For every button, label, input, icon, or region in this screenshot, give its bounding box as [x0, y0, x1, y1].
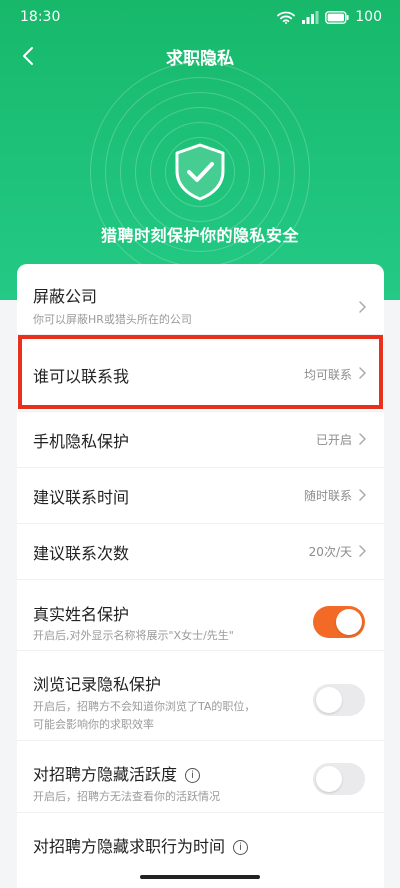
row-desc-line1: 开启后，招聘方不会知道你浏览了TA的职位， [33, 700, 256, 713]
row-contact-time[interactable]: 建议联系时间 随时联系 [17, 468, 384, 524]
row-desc: 开启后,对外显示名称将展示"X女士/先生" [33, 629, 234, 642]
back-button[interactable] [10, 38, 46, 74]
row-title: 对招聘方隐藏活跃度 [33, 765, 178, 784]
chevron-right-icon [359, 545, 366, 557]
chevron-right-icon [359, 301, 366, 313]
row-value: 均可联系 [303, 368, 352, 382]
cellular-signal-icon [302, 10, 319, 24]
battery-level: 100 [355, 9, 382, 25]
chevron-right-icon [359, 433, 366, 445]
nav-bar: 求职隐私 [0, 34, 400, 78]
row-value: 20次/天 [308, 545, 352, 559]
row-title-wrap: 对招聘方隐藏求职行为时间 i [33, 833, 249, 857]
privacy-slogan: 猎聘时刻保护你的隐私安全 [100, 226, 299, 245]
row-title: 真实姓名保护 [33, 605, 130, 624]
page-title: 求职隐私 [166, 48, 234, 69]
real-name-toggle[interactable] [313, 606, 365, 638]
row-value: 已开启 [315, 433, 352, 447]
row-value: 随时联系 [303, 489, 352, 503]
row-title: 手机隐私保护 [33, 432, 130, 451]
row-contact-count[interactable]: 建议联系次数 20次/天 [17, 524, 384, 580]
row-phone-privacy[interactable]: 手机隐私保护 已开启 [17, 412, 384, 468]
row-who-can-contact[interactable]: 谁可以联系我 均可联系 [17, 335, 384, 412]
row-block-company[interactable]: 屏蔽公司 你可以屏蔽HR或猎头所在的公司 [17, 264, 384, 335]
browse-privacy-toggle[interactable] [313, 684, 365, 716]
info-icon[interactable]: i [233, 840, 249, 855]
hide-activity-toggle[interactable] [313, 763, 365, 795]
row-title: 建议联系时间 [33, 488, 130, 507]
chevron-right-icon [359, 367, 366, 379]
chevron-left-icon [23, 47, 33, 65]
row-title: 屏蔽公司 [33, 287, 98, 306]
row-title: 谁可以联系我 [33, 367, 130, 386]
row-browse-history-privacy: 浏览记录隐私保护 开启后，招聘方不会知道你浏览了TA的职位， 可能会影响你的求职… [17, 651, 384, 741]
settings-card: 屏蔽公司 你可以屏蔽HR或猎头所在的公司 谁可以联系我 均可联系 手机隐私保护 … [17, 264, 384, 888]
home-indicator [140, 875, 260, 879]
row-title-wrap: 对招聘方隐藏活跃度 i [33, 761, 201, 785]
row-hide-job-time: 对招聘方隐藏求职行为时间 i [17, 813, 384, 873]
status-bar: 18:30 100 [0, 0, 400, 34]
row-real-name-protection: 真实姓名保护 开启后,对外显示名称将展示"X女士/先生" [17, 580, 384, 651]
status-time: 18:30 [20, 9, 61, 25]
chevron-right-icon [359, 489, 366, 501]
wifi-icon [277, 11, 296, 24]
row-hide-activity: 对招聘方隐藏活跃度 i 开启后，招聘方无法查看你的活跃情况 [17, 741, 384, 813]
row-desc-line2: 可能会影响你的求职效率 [33, 718, 154, 731]
battery-icon [325, 10, 349, 24]
shield-check-icon [175, 143, 225, 201]
row-desc: 你可以屏蔽HR或猎头所在的公司 [33, 313, 192, 326]
row-title: 浏览记录隐私保护 [33, 675, 162, 694]
row-title: 建议联系次数 [33, 544, 130, 563]
row-desc: 开启后，招聘方无法查看你的活跃情况 [33, 790, 220, 803]
info-icon[interactable]: i [185, 768, 201, 783]
row-title: 对招聘方隐藏求职行为时间 [33, 837, 226, 856]
